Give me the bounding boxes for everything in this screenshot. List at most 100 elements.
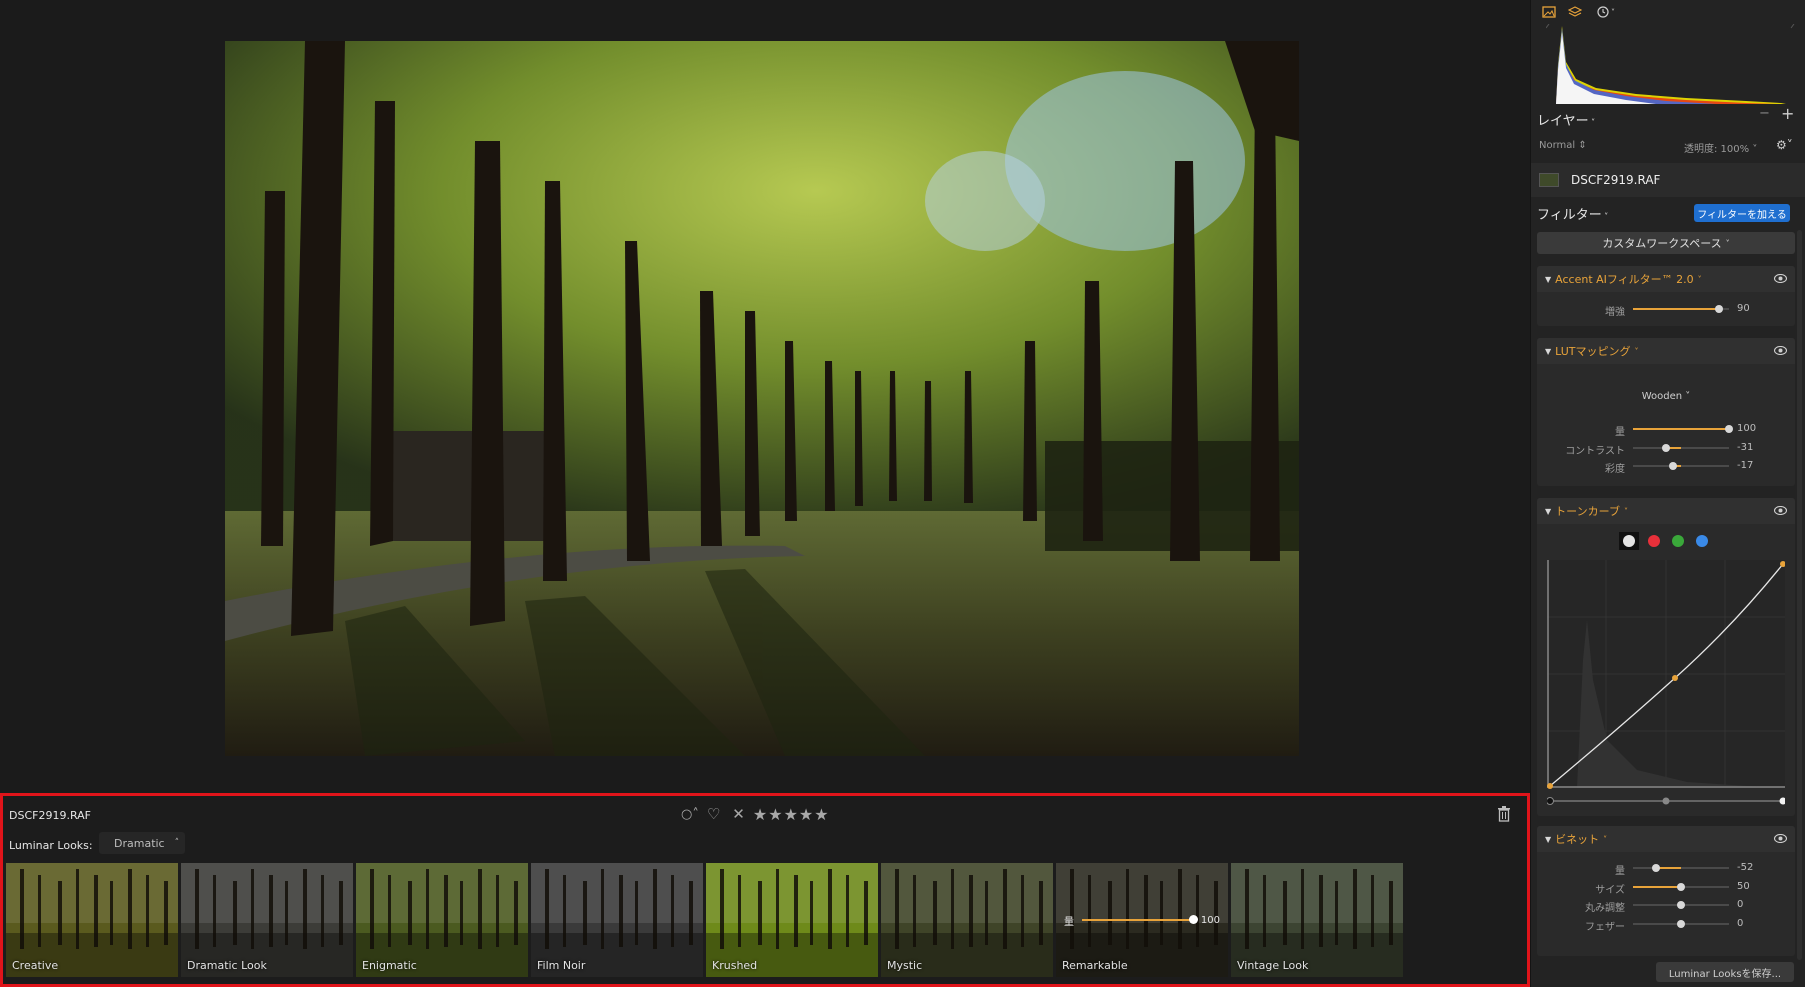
slider-value: 90 <box>1737 303 1750 314</box>
filter-tone-curve-header[interactable]: ▼ トーンカーブ ˅ <box>1537 498 1795 524</box>
filter-slider[interactable]: 丸み調整 0 <box>1537 896 1795 914</box>
eye-icon[interactable] <box>1774 834 1787 843</box>
channel-blue-icon[interactable] <box>1693 532 1711 550</box>
layer-item[interactable]: DSCF2919.RAF <box>1531 163 1805 197</box>
filter-slider[interactable]: 増強 90 <box>1537 300 1795 318</box>
add-filter-button[interactable]: フィルターを加える <box>1694 204 1790 222</box>
filter-lut-header[interactable]: ▼ LUTマッピング ˅ <box>1537 338 1795 364</box>
look-thumbnail[interactable]: Dramatic Look <box>181 863 353 977</box>
look-thumbnail[interactable]: Vintage Look <box>1231 863 1403 977</box>
image-viewer[interactable] <box>0 0 1527 793</box>
filter-slider[interactable]: 量 100 <box>1537 420 1795 438</box>
look-thumbnail[interactable]: Enigmatic <box>356 863 528 977</box>
eye-icon[interactable] <box>1774 346 1787 355</box>
color-label-icon[interactable]: ○˄ <box>681 807 699 822</box>
filter-slider[interactable]: 量 -52 <box>1537 859 1795 877</box>
slider-label: コントラスト <box>1565 445 1625 457</box>
looks-category-select[interactable]: Dramatic ˄ <box>99 832 185 854</box>
workspace-label: カスタムワークスペース <box>1602 237 1722 250</box>
collapse-triangle-icon: ▼ <box>1545 506 1552 516</box>
filter-slider[interactable]: コントラスト -31 <box>1537 439 1795 457</box>
amount-track[interactable] <box>1082 915 1198 924</box>
slider-track[interactable] <box>1633 882 1729 891</box>
channel-red-icon[interactable] <box>1645 532 1663 550</box>
slider-knob[interactable] <box>1652 864 1661 872</box>
eye-icon[interactable] <box>1774 506 1787 515</box>
right-sidebar: ˅ レイヤー ˅ − + Normal ⇕ 透明度: 100% ˅ ⚙˅ DSC… <box>1530 0 1805 987</box>
filter-slider[interactable]: サイズ 50 <box>1537 878 1795 896</box>
channel-luminance-icon[interactable] <box>1619 532 1639 550</box>
tone-curve-graph[interactable] <box>1547 560 1785 810</box>
filter-accent-ai: ▼ Accent AIフィルター™ 2.0 ˅ 増強 90 <box>1537 266 1795 326</box>
slider-track[interactable] <box>1633 443 1729 452</box>
slider-label: 量 <box>1615 427 1625 438</box>
amount-knob[interactable] <box>1188 915 1198 924</box>
history-icon[interactable]: ˅ <box>1593 5 1619 19</box>
slider-track[interactable] <box>1633 901 1729 909</box>
channel-green-icon[interactable] <box>1669 532 1687 550</box>
slider-knob[interactable] <box>1668 462 1677 470</box>
filter-slider[interactable]: 彩度 -17 <box>1537 457 1795 475</box>
slider-knob[interactable] <box>1677 901 1685 909</box>
slider-value: -52 <box>1737 862 1754 873</box>
filter-title: Accent AIフィルター™ 2.0 <box>1555 273 1694 286</box>
slider-track[interactable] <box>1633 864 1729 872</box>
filter-title: LUTマッピング <box>1555 345 1631 358</box>
image-icon[interactable] <box>1541 5 1557 19</box>
look-amount-slider[interactable]: 量 100 <box>1064 913 1220 928</box>
filters-title[interactable]: フィルター ˅ <box>1537 204 1608 223</box>
slider-track[interactable] <box>1633 919 1729 928</box>
slider-knob[interactable] <box>1725 425 1733 433</box>
filter-slider[interactable]: フェザー 0 <box>1537 915 1795 933</box>
slider-knob[interactable] <box>1662 443 1671 452</box>
layers-title[interactable]: レイヤー ˅ <box>1537 110 1595 129</box>
trash-icon[interactable] <box>1497 806 1511 822</box>
look-thumbnail[interactable]: Film Noir <box>531 863 703 977</box>
slider-knob[interactable] <box>1715 305 1724 313</box>
slider-knob[interactable] <box>1677 882 1685 891</box>
filter-lut-mapping: ▼ LUTマッピング ˅ Wooden ˅ 量 100 コントラスト -31 彩度 -17 <box>1537 338 1795 486</box>
look-thumbnail[interactable]: Krushed <box>706 863 878 977</box>
filter-title: トーンカーブ <box>1555 505 1620 518</box>
remove-layer-icon[interactable]: − <box>1759 106 1770 121</box>
looks-thumbnails: Creative Dramatic Look Enigmatic Film Noir K… <box>6 863 1403 977</box>
slider-label: 増強 <box>1605 307 1625 318</box>
reject-x-icon[interactable]: ✕ <box>732 805 745 823</box>
look-thumbnail[interactable]: Mystic <box>881 863 1053 977</box>
layers-icon[interactable] <box>1567 5 1583 19</box>
eye-icon[interactable] <box>1774 274 1787 283</box>
slider-track[interactable] <box>1633 305 1729 313</box>
slider-value: 100 <box>1737 423 1757 434</box>
main-photo[interactable] <box>225 41 1299 756</box>
look-thumbnail[interactable]: Creative <box>6 863 178 977</box>
slider-track[interactable] <box>1633 425 1733 433</box>
slider-knob[interactable] <box>1677 919 1685 928</box>
layer-name: DSCF2919.RAF <box>1571 173 1661 187</box>
layer-gear-icon[interactable]: ⚙˅ <box>1776 138 1793 152</box>
look-thumbnail-label: Enigmatic <box>362 959 417 972</box>
slider-track[interactable] <box>1633 462 1729 470</box>
histogram <box>1545 23 1796 104</box>
curve-channel-selector <box>1619 532 1711 550</box>
lut-select[interactable]: Wooden ˅ <box>1537 391 1795 402</box>
opacity-select[interactable]: 透明度: 100% ˅ <box>1684 140 1757 155</box>
look-thumbnail[interactable]: Remarkable 量 100 <box>1056 863 1228 977</box>
filter-vignette-header[interactable]: ▼ ビネット ˅ <box>1537 826 1795 852</box>
sidebar-scrollbar[interactable] <box>1797 230 1802 960</box>
workspace-select[interactable]: カスタムワークスペース ˅ <box>1537 232 1795 254</box>
look-thumbnail-label: Vintage Look <box>1237 959 1309 972</box>
looks-label: Luminar Looks: <box>9 839 93 852</box>
slider-label: 丸み調整 <box>1585 903 1625 914</box>
favorite-heart-icon[interactable]: ♡ <box>707 805 720 823</box>
filter-accent-ai-header[interactable]: ▼ Accent AIフィルター™ 2.0 ˅ <box>1537 266 1795 292</box>
blend-mode-select[interactable]: Normal ⇕ <box>1539 140 1587 151</box>
collapse-triangle-icon: ▼ <box>1545 834 1552 844</box>
rating-bar: ○˄ ♡ ✕ ★★★★★ <box>681 803 830 825</box>
collapse-triangle-icon: ▼ <box>1545 274 1552 284</box>
looks-filename: DSCF2919.RAF <box>9 809 92 822</box>
save-luminar-looks-button[interactable]: Luminar Looksを保存... <box>1656 962 1794 982</box>
star-rating[interactable]: ★★★★★ <box>753 805 830 824</box>
look-thumbnail-label: Krushed <box>712 959 758 972</box>
look-thumbnail-label: Remarkable <box>1062 959 1128 972</box>
add-layer-icon[interactable]: + <box>1781 104 1794 123</box>
